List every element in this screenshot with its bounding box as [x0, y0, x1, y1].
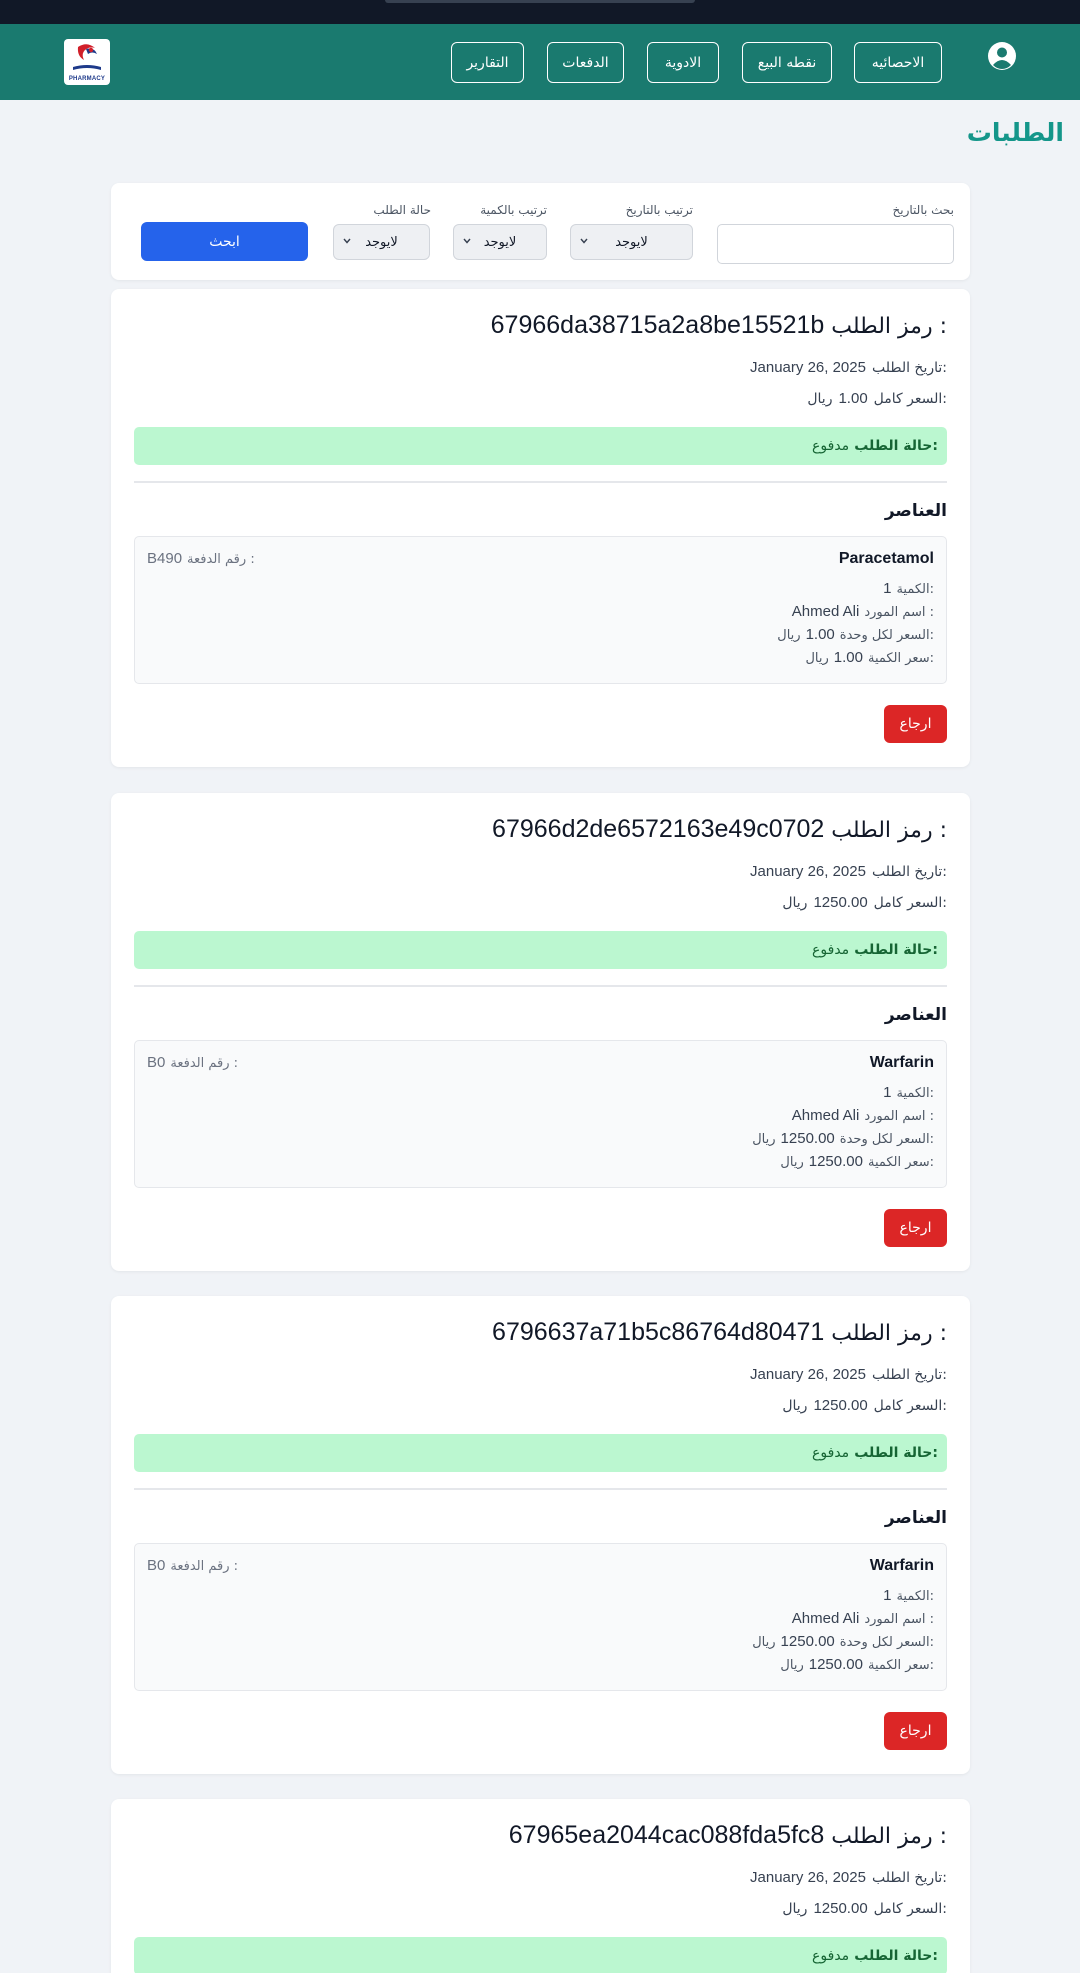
nav-statistics-button[interactable]: الاحصائيه — [854, 42, 942, 83]
order-status-banner: مدفوع حالة الطلب: — [134, 931, 947, 969]
order-card: 67966d2de6572163e49c0702 رمز الطلب : Jan… — [111, 793, 970, 1271]
sort-date-select[interactable]: لايوجد — [570, 224, 693, 260]
chevron-down-icon — [580, 238, 588, 244]
medicine-name: Warfarin — [869, 1557, 934, 1574]
return-button[interactable]: ارجاع — [884, 1209, 947, 1247]
order-total: ريال 1250.00 السعر كامل: — [782, 1397, 947, 1414]
order-card: 67966da38715a2a8be15521b رمز الطلب : Jan… — [111, 289, 970, 767]
medicine-name: Warfarin — [869, 1054, 934, 1071]
filter-card: بحث بالتاريخ ترتيب بالتاريخ لايوجد ترتيب… — [111, 183, 970, 280]
order-date: January 26, 2025 تاريخ الطلب: — [750, 863, 947, 880]
order-date: January 26, 2025 تاريخ الطلب: — [750, 1366, 947, 1383]
order-code: 67965ea2044cac088fda5fc8 رمز الطلب : — [508, 1821, 947, 1849]
order-date: January 26, 2025 تاريخ الطلب: — [750, 1869, 947, 1886]
items-heading: العناصر — [884, 501, 947, 521]
nav-pos-button[interactable]: نقطه البيع — [742, 42, 832, 83]
status-value: لايوجد — [365, 234, 398, 250]
search-button[interactable]: ابحث — [141, 222, 308, 261]
items-heading: العناصر — [884, 1508, 947, 1528]
divider — [134, 1488, 947, 1490]
item-qty-price: ريال 1250.00 سعر الكمية: — [780, 1153, 934, 1170]
sort-qty-value: لايوجد — [483, 234, 517, 250]
nav-medicines-button[interactable]: الادوية — [647, 42, 719, 83]
batch-number: B0 رقم الدفعة : — [147, 1054, 239, 1071]
order-card: 67965ea2044cac088fda5fc8 رمز الطلب : Jan… — [111, 1799, 970, 1973]
item-unit-price: ريال 1250.00 السعر لكل وحدة: — [752, 1130, 934, 1147]
order-code: 67966da38715a2a8be15521b رمز الطلب : — [490, 311, 947, 339]
chevron-down-icon — [463, 238, 471, 244]
order-total: ريال 1.00 السعر كامل: — [807, 390, 947, 407]
order-code: 67966d2de6572163e49c0702 رمز الطلب : — [492, 815, 947, 843]
chevron-down-icon — [343, 238, 351, 244]
item-supplier: Ahmed Ali اسم المورد : — [791, 1610, 934, 1627]
medicine-name: Paracetamol — [838, 550, 934, 567]
item-quantity: 1 الكمية: — [883, 1084, 934, 1101]
item-unit-price: ريال 1250.00 السعر لكل وحدة: — [752, 1633, 934, 1650]
page-title: الطلبات — [966, 118, 1064, 147]
item-unit-price: ريال 1.00 السعر لكل وحدة: — [777, 626, 934, 643]
items-heading: العناصر — [884, 1005, 947, 1025]
order-total: ريال 1250.00 السعر كامل: — [782, 1900, 947, 1917]
sort-date-label: ترتيب بالتاريخ — [625, 203, 693, 217]
item-supplier: Ahmed Ali اسم المورد : — [791, 603, 934, 620]
return-button[interactable]: ارجاع — [884, 705, 947, 743]
divider — [134, 481, 947, 483]
sort-qty-label: ترتيب بالكمية — [480, 203, 547, 217]
batch-number: B0 رقم الدفعة : — [147, 1557, 239, 1574]
item-qty-price: ريال 1250.00 سعر الكمية: — [780, 1656, 934, 1673]
order-status-banner: مدفوع حالة الطلب: — [134, 427, 947, 465]
item-quantity: 1 الكمية: — [883, 1587, 934, 1604]
return-button[interactable]: ارجاع — [884, 1712, 947, 1750]
search-date-label: بحث بالتاريخ — [892, 203, 955, 217]
status-select[interactable]: لايوجد — [333, 224, 430, 260]
item-supplier: Ahmed Ali اسم المورد : — [791, 1107, 934, 1124]
batch-number: B490 رقم الدفعة : — [147, 550, 255, 567]
notch — [385, 0, 695, 3]
order-item: Paracetamol B490 رقم الدفعة : 1 الكمية: Ah… — [134, 536, 947, 684]
order-status-banner: مدفوع حالة الطلب: — [134, 1937, 947, 1973]
item-qty-price: ريال 1.00 سعر الكمية: — [805, 649, 934, 666]
browser-top-strip — [0, 0, 1080, 24]
order-code: 6796637a71b5c86764d80471 رمز الطلب : — [492, 1318, 947, 1346]
order-item: Warfarin B0 رقم الدفعة : 1 الكمية: Ahmed A… — [134, 1543, 947, 1691]
user-profile-icon[interactable] — [987, 41, 1017, 71]
order-total: ريال 1250.00 السعر كامل: — [782, 894, 947, 911]
item-quantity: 1 الكمية: — [883, 580, 934, 597]
logo-text: PHARMACY — [68, 76, 106, 82]
sort-date-value: لايوجد — [615, 234, 648, 250]
search-date-input[interactable] — [717, 224, 954, 264]
order-item: Warfarin B0 رقم الدفعة : 1 الكمية: Ahmed A… — [134, 1040, 947, 1188]
order-status-banner: مدفوع حالة الطلب: — [134, 1434, 947, 1472]
order-card: 6796637a71b5c86764d80471 رمز الطلب : Jan… — [111, 1296, 970, 1774]
sort-qty-select[interactable]: لايوجد — [453, 224, 547, 260]
navbar: PHARMACY التقارير الدفعات الادوية نقطه ا… — [0, 24, 1080, 100]
status-label: حالة الطلب — [373, 203, 431, 217]
nav-batches-button[interactable]: الدفعات — [547, 42, 624, 83]
order-date: January 26, 2025 تاريخ الطلب: — [750, 359, 947, 376]
nav-reports-button[interactable]: التقارير — [451, 42, 524, 83]
divider — [134, 985, 947, 987]
pharmacy-logo[interactable]: PHARMACY — [64, 39, 110, 85]
